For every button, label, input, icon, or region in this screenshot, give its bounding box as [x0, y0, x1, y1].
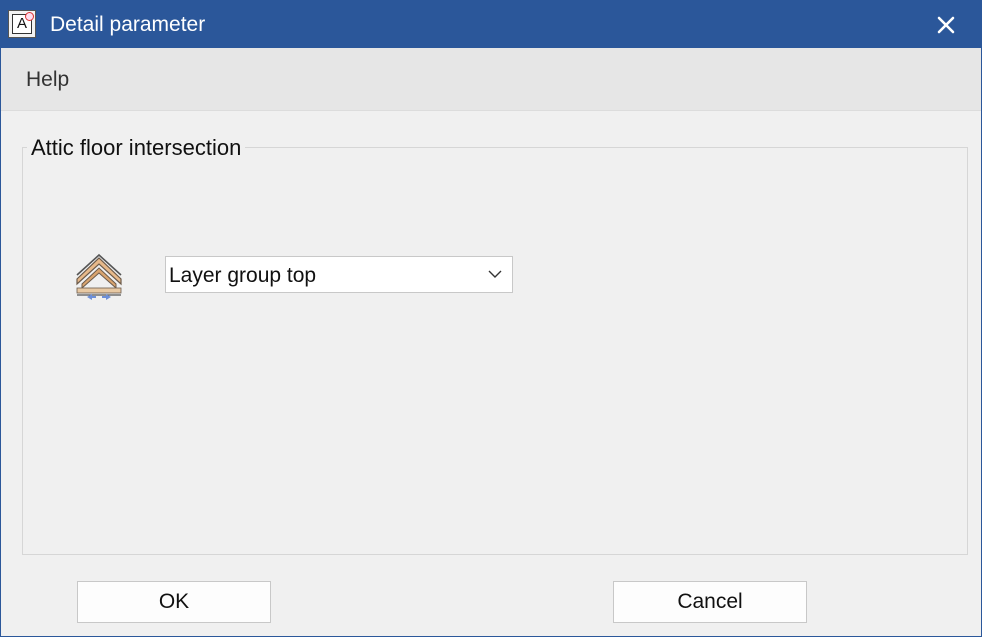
app-icon-badge [25, 12, 34, 21]
layer-group-dropdown[interactable]: Layer group top [165, 256, 513, 293]
menu-item-help[interactable]: Help [26, 68, 69, 92]
dialog-window: A Detail parameter Help Attic floor inte… [0, 0, 982, 637]
title-bar[interactable]: A Detail parameter [1, 1, 981, 48]
ok-button[interactable]: OK [77, 581, 271, 623]
dropdown-selected-value: Layer group top [169, 264, 317, 287]
chevron-down-icon [488, 270, 502, 278]
group-title: Attic floor intersection [27, 135, 246, 161]
close-icon [937, 16, 955, 33]
menu-bar: Help [1, 48, 981, 111]
group-box [22, 147, 968, 555]
close-button[interactable] [911, 1, 981, 48]
window-title: Detail parameter [50, 13, 206, 36]
cancel-button[interactable]: Cancel [613, 581, 807, 623]
roof-layers-icon [76, 253, 122, 300]
app-icon: A [8, 10, 36, 38]
